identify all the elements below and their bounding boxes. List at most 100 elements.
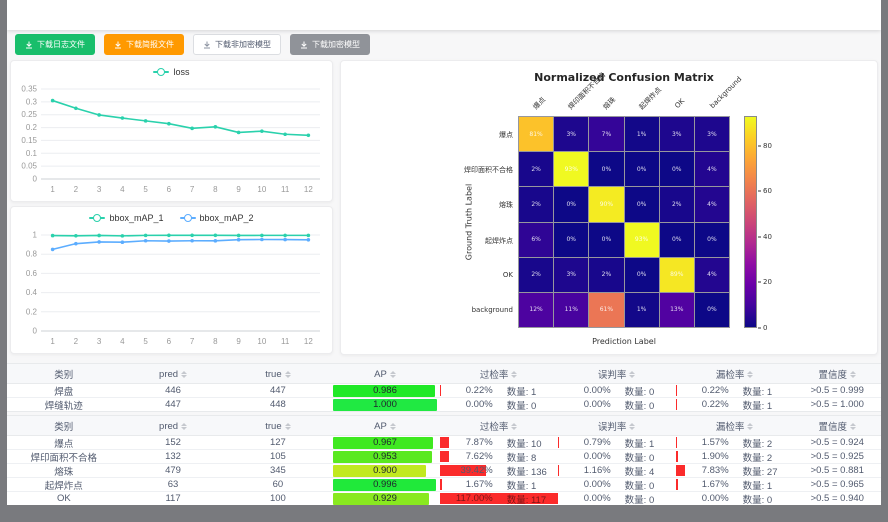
column-header-class: 类别 [7,364,121,384]
column-header-label: true [265,369,281,380]
metrics-table: 类别predtrueAP过检率误判率漏检率置信度焊盘4464470.9860.2… [7,363,881,412]
svg-text:2: 2 [74,337,79,346]
column-header-overcheck[interactable]: 过检率 [440,364,558,384]
legend-item-bbox_mAP_2[interactable]: bbox_mAP_2 [180,213,254,223]
colorbar-tick [758,328,761,329]
sort-carets-icon[interactable] [390,423,396,430]
sort-carets-icon[interactable] [181,423,187,430]
svg-text:0.15: 0.15 [21,136,37,145]
cell-misscheck: 0.00%数量: 0 [676,492,794,505]
cell-pred: 479 [121,464,226,477]
matrix-cell: 1% [625,117,659,151]
cell-misscheck: 0.22%数量: 1 [676,384,794,397]
download-log-button[interactable]: 下载日志文件 [15,34,95,55]
map-chart-card: bbox_mAP_1bbox_mAP_2 00.20.40.60.8112345… [10,206,333,354]
matrix-cell: 0% [625,152,659,186]
sort-carets-icon[interactable] [850,423,856,430]
column-header-ap[interactable]: AP [330,364,439,384]
matrix-column-label: 起焊炸点 [637,85,664,112]
svg-text:11: 11 [281,337,290,346]
sort-carets-icon[interactable] [285,371,291,378]
matrix-cell: 2% [519,187,553,221]
rate-count: 数量: 4 [625,464,655,477]
rate-count: 数量: 1 [743,398,773,411]
ap-value: 0.953 [333,451,436,463]
download-plain-model-label: 下载非加密模型 [215,39,271,50]
svg-text:6: 6 [167,337,172,346]
column-header-confidence[interactable]: 置信度 [794,416,881,436]
cell-misscheck: 1.57%数量: 2 [676,436,794,449]
sort-carets-icon[interactable] [285,423,291,430]
rate-count: 数量: 1 [625,436,655,449]
rate-count: 数量: 117 [507,492,546,505]
svg-text:12: 12 [304,185,313,194]
column-header-truth[interactable]: true [225,364,330,384]
download-plain-model-button[interactable]: 下载非加密模型 [193,34,281,55]
matrix-column-label: OK [673,97,686,110]
table-row: 熔珠4793450.90039.42%数量: 1361.16%数量: 47.83… [7,464,881,478]
rate-percent: 0.22% [440,385,493,396]
column-header-label: 置信度 [819,367,848,381]
cell-overcheck: 117.00% 数量: 117 [440,492,558,505]
rate-count: 数量: 1 [743,478,773,491]
colorbar-tick [758,145,761,146]
column-header-ap[interactable]: AP [330,416,439,436]
svg-text:8: 8 [213,337,218,346]
svg-text:10: 10 [257,337,266,346]
colorbar-tick [758,191,761,192]
matrix-cell: 1% [625,293,659,327]
column-header-misscheck[interactable]: 漏检率 [676,364,794,384]
cell-overcheck: 1.67%数量: 1 [440,478,558,491]
cell-confidence: >0.5 = 0.999 [794,384,881,397]
matrix-cell: 13% [660,293,694,327]
column-header-pred[interactable]: pred [121,416,226,436]
matrix-cell: 6% [519,223,553,257]
cell-confidence: >0.5 = 0.940 [794,492,881,505]
cell-class: 起焊炸点 [7,478,121,491]
column-header-pred[interactable]: pred [121,364,226,384]
cell-ap: 0.900 [330,464,439,477]
matrix-cell: 4% [695,258,729,292]
svg-text:0: 0 [33,327,38,336]
sort-carets-icon[interactable] [629,423,635,430]
cell-ap: 0.967 [330,436,439,449]
sort-carets-icon[interactable] [747,423,753,430]
column-header-overcheck[interactable]: 过检率 [440,416,558,436]
svg-text:12: 12 [304,337,313,346]
sort-carets-icon[interactable] [629,371,635,378]
rate-percent: 0.00% [676,493,729,504]
svg-text:9: 9 [236,185,241,194]
ap-value: 0.986 [333,385,436,397]
confusion-matrix-title: Normalized Confusion Matrix [518,71,730,84]
loss-chart-card: loss 00.050.10.150.20.250.30.35123456789… [10,60,333,202]
column-header-misjudge[interactable]: 误判率 [558,364,676,384]
matrix-column-label: 熔珠 [601,95,618,112]
sort-carets-icon[interactable] [511,423,517,430]
column-header-confidence[interactable]: 置信度 [794,364,881,384]
column-header-misjudge[interactable]: 误判率 [558,416,676,436]
matrix-cell: 3% [695,117,729,151]
sort-carets-icon[interactable] [747,371,753,378]
download-encrypted-model-button[interactable]: 下载加密模型 [290,34,370,55]
legend-item-loss[interactable]: loss [153,67,189,77]
sort-carets-icon[interactable] [850,371,856,378]
rate-count: 数量: 0 [625,450,655,463]
column-header-truth[interactable]: true [225,416,330,436]
rate-count: 数量: 1 [507,478,537,491]
matrix-row-label: background [361,306,513,314]
download-report-button[interactable]: 下载简报文件 [104,34,184,55]
rate-count: 数量: 8 [507,450,537,463]
matrix-cell: 2% [660,187,694,221]
matrix-cell: 0% [625,258,659,292]
cell-ap: 1.000 [330,398,439,411]
rate-percent: 117.00% [440,493,493,504]
matrix-cell: 0% [625,187,659,221]
sort-carets-icon[interactable] [181,371,187,378]
column-header-misscheck[interactable]: 漏检率 [676,416,794,436]
svg-text:11: 11 [281,185,290,194]
sort-carets-icon[interactable] [511,371,517,378]
sort-carets-icon[interactable] [390,371,396,378]
legend-item-bbox_mAP_1[interactable]: bbox_mAP_1 [89,213,163,223]
ap-value: 0.929 [333,493,436,505]
rate-percent: 0.79% [558,437,611,448]
